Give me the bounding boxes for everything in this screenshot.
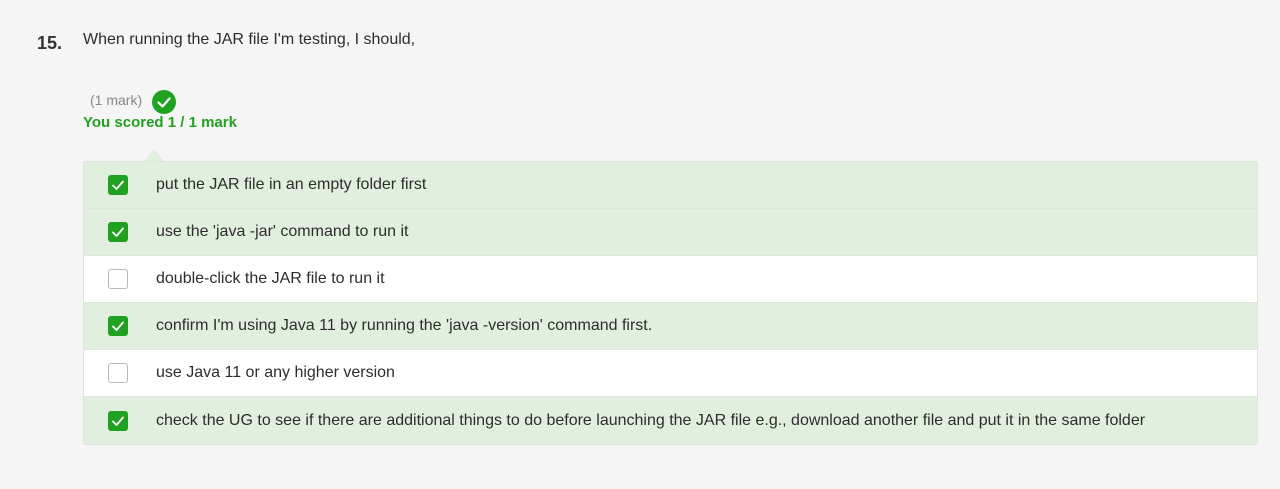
checkbox-unchecked-icon[interactable] [108, 269, 128, 289]
option-item[interactable]: double-click the JAR file to run it [84, 256, 1257, 303]
question-container: 15. When running the JAR file I'm testin… [0, 0, 1280, 489]
checkbox-unchecked-icon[interactable] [108, 363, 128, 383]
marks-label: (1 mark) [90, 92, 143, 108]
option-item[interactable]: put the JAR file in an empty folder firs… [84, 162, 1257, 209]
option-item[interactable]: check the UG to see if there are additio… [84, 397, 1257, 444]
marks-row: (1 mark) [90, 86, 177, 114]
option-label: double-click the JAR file to run it [156, 270, 385, 287]
checkbox-checked-icon[interactable] [108, 222, 128, 242]
option-label: confirm I'm using Java 11 by running the… [156, 317, 653, 334]
question-number: 15. [37, 33, 63, 53]
option-label: use the 'java -jar' command to run it [156, 223, 409, 240]
options-pointer [144, 149, 164, 161]
checkbox-checked-icon[interactable] [108, 316, 128, 336]
options-list: put the JAR file in an empty folder firs… [83, 161, 1258, 445]
option-item[interactable]: use Java 11 or any higher version [84, 350, 1257, 397]
option-label: use Java 11 or any higher version [156, 364, 395, 381]
question-text: When running the JAR file I'm testing, I… [83, 31, 416, 48]
checkbox-checked-icon[interactable] [108, 410, 128, 431]
option-item[interactable]: use the 'java -jar' command to run it [84, 209, 1257, 256]
score-text: You scored 1 / 1 mark [83, 114, 237, 131]
option-item[interactable]: confirm I'm using Java 11 by running the… [84, 303, 1257, 350]
check-circle-icon [152, 90, 177, 114]
option-label: put the JAR file in an empty folder firs… [156, 176, 427, 193]
checkbox-checked-icon[interactable] [108, 175, 128, 195]
option-label: check the UG to see if there are additio… [156, 411, 1146, 429]
